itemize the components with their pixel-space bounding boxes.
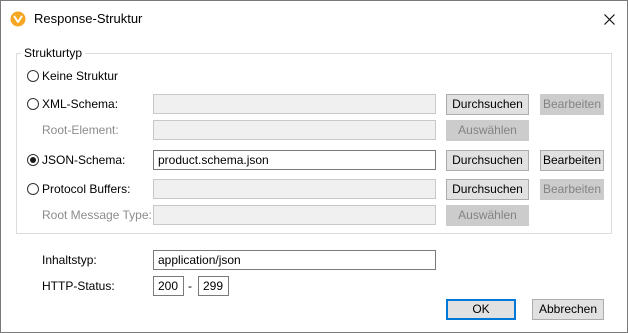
root-element-field	[153, 120, 436, 140]
no-structure-label: Keine Struktur	[42, 69, 119, 83]
group-legend: Strukturtyp	[21, 45, 86, 61]
root-element-label: Root-Element:	[42, 123, 119, 137]
radio-protocol-buffers[interactable]	[27, 183, 39, 195]
content-type-field[interactable]: application/json	[153, 250, 436, 270]
json-browse-button[interactable]: Durchsuchen	[446, 150, 529, 171]
xml-edit-button: Bearbeiten	[540, 94, 604, 115]
radio-json-schema[interactable]	[27, 154, 39, 166]
http-status-label: HTTP-Status:	[42, 279, 115, 293]
json-schema-field[interactable]: product.schema.json	[153, 150, 436, 170]
protocol-buffers-label: Protocol Buffers:	[42, 182, 131, 196]
window-title: Response-Struktur	[34, 11, 143, 26]
http-status-from-field[interactable]: 200	[153, 276, 184, 296]
root-message-type-field	[153, 205, 436, 225]
http-status-separator: -	[188, 279, 192, 293]
radio-no-structure[interactable]	[27, 70, 39, 82]
protobuf-browse-button[interactable]: Durchsuchen	[446, 179, 529, 200]
json-schema-label: JSON-Schema:	[42, 153, 126, 167]
close-button[interactable]	[591, 1, 627, 37]
protobuf-edit-button: Bearbeiten	[540, 179, 604, 200]
title-bar: Response-Struktur	[1, 1, 627, 37]
ok-button[interactable]: OK	[446, 299, 516, 320]
xml-schema-field	[153, 94, 436, 114]
app-icon	[10, 11, 26, 27]
http-status-to-field[interactable]: 299	[198, 276, 229, 296]
root-element-select-button: Auswählen	[446, 120, 529, 141]
cancel-button[interactable]: Abbrechen	[532, 299, 604, 320]
xml-browse-button[interactable]: Durchsuchen	[446, 94, 529, 115]
response-structure-dialog: Response-Struktur Strukturtyp Keine Stru…	[0, 0, 628, 333]
xml-schema-label: XML-Schema:	[42, 97, 119, 111]
radio-xml-schema[interactable]	[27, 98, 39, 110]
close-icon	[604, 14, 615, 25]
root-message-type-label: Root Message Type:	[42, 208, 152, 222]
content-type-label: Inhaltstyp:	[42, 253, 97, 267]
protocol-buffers-field	[153, 179, 436, 199]
json-edit-button[interactable]: Bearbeiten	[540, 150, 604, 171]
root-message-select-button: Auswählen	[446, 205, 529, 226]
